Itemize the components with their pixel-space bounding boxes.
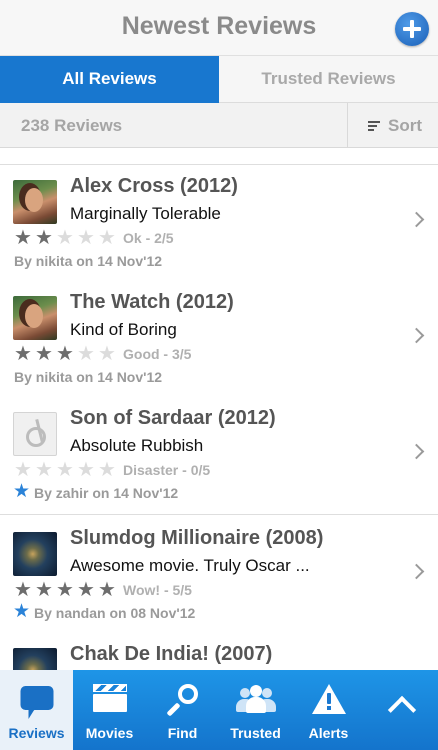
sort-button[interactable]: Sort (347, 103, 438, 148)
tab-trusted-reviews[interactable]: Trusted Reviews (219, 56, 438, 103)
review-headline: Kind of Boring (70, 320, 177, 339)
star-icon: ★ (56, 578, 74, 601)
star-icon: ★ (77, 342, 95, 365)
rating-text: Good - 3/5 (123, 346, 192, 362)
review-list-item[interactable]: Slumdog Millionaire (2008) Awesome movie.… (0, 518, 438, 635)
review-byline: By nikita on 14 Nov'12 (14, 369, 163, 385)
star-rating: ★ ★ ★ ★ ★ (13, 344, 118, 364)
avatar (13, 296, 57, 340)
tabbar-label: Alerts (308, 725, 349, 741)
review-list-item[interactable]: Alex Cross (2012) Marginally Tolerable ★ ★ ★… (0, 166, 438, 283)
tabbar-item-trusted[interactable]: Trusted (219, 670, 292, 750)
star-icon: ★ (35, 342, 53, 365)
rating-text: Ok - 2/5 (123, 230, 174, 246)
movie-title: The Watch (2012) (70, 291, 234, 313)
star-icon: ★ (98, 226, 116, 249)
star-icon: ★ (98, 578, 116, 601)
sort-label: Sort (388, 116, 422, 135)
add-review-button[interactable] (395, 12, 429, 46)
clapperboard-icon (92, 684, 127, 712)
bottom-tab-bar: Reviews Movies Find Trusted Alerts (0, 670, 438, 750)
star-icon: ★ (56, 342, 74, 365)
warning-icon (311, 684, 346, 714)
tabbar-label: Movies (85, 725, 134, 741)
star-rating: ★ ★ ★ ★ ★ (13, 228, 118, 248)
star-rating: ★ ★ ★ ★ ★ (13, 460, 118, 480)
review-headline: Awesome movie. Truly Oscar ... (70, 556, 310, 575)
tabbar-label: Trusted (230, 725, 281, 741)
tabbar-label: Reviews (8, 725, 65, 741)
speech-bubble-icon (20, 686, 53, 719)
tabbar-label: Find (167, 725, 198, 741)
people-icon (235, 684, 276, 714)
review-tabs: All Reviews Trusted Reviews (0, 56, 438, 103)
star-icon: ★ (35, 226, 53, 249)
review-byline: By nandan on 08 Nov'12 (34, 605, 196, 621)
star-icon: ★ (77, 458, 95, 481)
page-title: Newest Reviews (121, 12, 317, 40)
header-bar: Newest Reviews (0, 0, 438, 56)
star-icon: ★ (14, 578, 32, 601)
rating-text: Wow! - 5/5 (123, 582, 192, 598)
movie-poster (13, 648, 57, 670)
avatar (13, 180, 57, 224)
movie-poster (13, 532, 57, 576)
tabbar-item-alerts[interactable]: Alerts (292, 670, 365, 750)
star-icon: ★ (35, 578, 53, 601)
movie-title: Son of Sardaar (2012) (70, 407, 276, 429)
star-rating: ★ ★ ★ ★ ★ (13, 580, 118, 600)
tabbar-item-find[interactable]: Find (146, 670, 219, 750)
review-list-item[interactable]: The Watch (2012) Kind of Boring ★ ★ ★ ★ ★ Good … (0, 282, 438, 399)
rating-text: Disaster - 0/5 (123, 462, 211, 478)
star-icon: ★ (98, 458, 116, 481)
star-icon: ★ (77, 578, 95, 601)
star-icon: ★ (14, 226, 32, 249)
scroll-to-top-button[interactable] (365, 670, 438, 750)
chevron-right-icon (408, 443, 425, 460)
review-list[interactable]: Alex Cross (2012) Marginally Tolerable ★ ★ ★… (0, 148, 438, 670)
star-icon: ★ (77, 226, 95, 249)
review-byline: By nikita on 14 Nov'12 (14, 253, 163, 269)
tabbar-item-movies[interactable]: Movies (73, 670, 146, 750)
placeholder-logo-icon (13, 412, 57, 456)
review-headline: Marginally Tolerable (70, 204, 221, 223)
movie-title: Alex Cross (2012) (70, 175, 238, 197)
star-icon: ★ (14, 458, 32, 481)
review-list-item[interactable]: Son of Sardaar (2012) Absolute Rubbish ★ ★ ★… (0, 398, 438, 515)
star-icon: ★ (98, 342, 116, 365)
review-headline: Absolute Rubbish (70, 436, 204, 455)
star-icon: ★ (56, 458, 74, 481)
movie-title: Chak De India! (2007) (70, 643, 273, 665)
star-icon: ★ (56, 226, 74, 249)
magnifier-icon (165, 682, 200, 717)
review-count-bar: 238 Reviews Sort (0, 103, 438, 148)
review-list-item[interactable]: Chak De India! (2007) (0, 634, 438, 670)
star-icon: ★ (14, 342, 32, 365)
tab-all-reviews[interactable]: All Reviews (0, 56, 219, 103)
review-byline: By zahir on 14 Nov'12 (34, 485, 179, 501)
chevron-up-icon (387, 695, 416, 725)
star-icon: ★ (35, 458, 53, 481)
chevron-right-icon (408, 327, 425, 344)
review-count: 238 Reviews (21, 116, 123, 135)
trusted-star-icon: ★ (13, 601, 31, 622)
chevron-right-icon (408, 211, 425, 228)
sort-lines-icon (368, 121, 380, 132)
movie-title: Slumdog Millionaire (2008) (70, 527, 324, 549)
chevron-right-icon (408, 563, 425, 580)
tabbar-item-reviews[interactable]: Reviews (0, 670, 73, 750)
list-item-partial (0, 148, 438, 165)
trusted-star-icon: ★ (13, 481, 31, 502)
